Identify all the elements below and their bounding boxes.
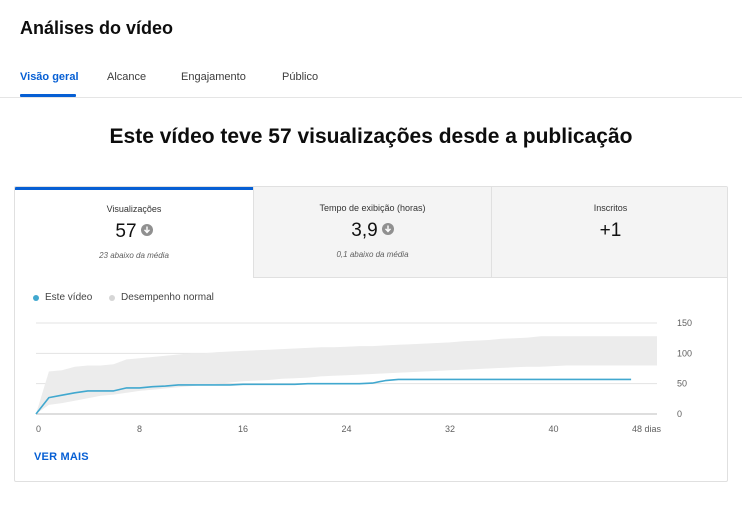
summary-headline: Este vídeo teve 57 visualizações desde a… bbox=[109, 125, 633, 148]
tab-overview[interactable]: Visão geral bbox=[20, 71, 79, 83]
x-tick-label-32: 32 bbox=[445, 424, 455, 434]
active-tab-indicator bbox=[20, 94, 76, 97]
analytics-card: Visualizações 57 23 abaixo da média Temp… bbox=[14, 186, 728, 482]
x-tick-label-48: 48 dias bbox=[632, 424, 662, 434]
see-more-link[interactable]: VER MAIS bbox=[34, 451, 89, 463]
normal-performance-band bbox=[36, 336, 657, 414]
page-title: Análises do vídeo bbox=[20, 18, 174, 38]
tab-reach[interactable]: Alcance bbox=[107, 71, 146, 83]
y-tick-label-0: 0 bbox=[677, 409, 682, 419]
y-tick-label-100: 100 bbox=[677, 348, 692, 358]
x-tick-label-16: 16 bbox=[238, 424, 248, 434]
x-tick-label-24: 24 bbox=[341, 424, 351, 434]
y-tick-label-150: 150 bbox=[677, 318, 692, 328]
x-tick-label-8: 8 bbox=[137, 424, 142, 434]
y-tick-label-50: 50 bbox=[677, 379, 687, 389]
tab-bar: Análises do vídeo Visão geral Alcance En… bbox=[0, 0, 742, 98]
views-chart: 0 8 16 24 32 40 48 dias 0 50 100 150 bbox=[35, 318, 692, 434]
tab-audience[interactable]: Público bbox=[282, 71, 318, 83]
x-tick-label-40: 40 bbox=[548, 424, 558, 434]
x-tick-label-0: 0 bbox=[36, 424, 41, 434]
tab-engagement[interactable]: Engajamento bbox=[181, 71, 246, 83]
